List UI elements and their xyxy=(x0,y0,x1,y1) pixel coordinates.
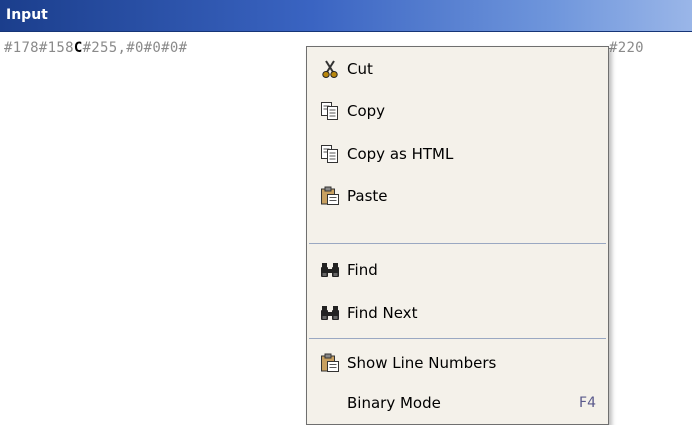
menu-item-copy[interactable]: Copy xyxy=(307,93,608,129)
window-title: Input xyxy=(6,7,48,23)
paste-icon xyxy=(319,352,341,374)
menu-item-label: Copy xyxy=(347,102,386,120)
context-menu: Cut Copy Copy as HTML Paste Find Find Ne… xyxy=(306,46,609,425)
menu-item-binary-mode[interactable]: Binary Mode F4 xyxy=(307,385,608,421)
menu-item-copy-as-html[interactable]: Copy as HTML xyxy=(307,136,608,172)
menu-item-paste[interactable]: Paste xyxy=(307,178,608,214)
menu-item-find[interactable]: Find xyxy=(307,252,608,288)
content-prefix: #178#158 xyxy=(4,40,74,56)
paste-icon xyxy=(319,185,341,207)
menu-item-label: Find Next xyxy=(347,304,418,322)
menu-item-label: Copy as HTML xyxy=(347,145,454,163)
menu-separator xyxy=(309,243,606,244)
binoculars-icon xyxy=(319,302,341,324)
menu-separator xyxy=(309,338,606,339)
window-titlebar: Input xyxy=(0,0,692,32)
binoculars-icon xyxy=(319,259,341,281)
menu-item-label: Cut xyxy=(347,60,373,78)
content-highlight: C xyxy=(73,40,83,56)
menu-item-label: Find xyxy=(347,261,378,279)
menu-item-find-next[interactable]: Find Next xyxy=(307,295,608,331)
copy-icon xyxy=(319,100,341,122)
blank-icon xyxy=(319,392,341,414)
menu-item-label: Paste xyxy=(347,187,388,205)
menu-item-label: Binary Mode xyxy=(347,394,441,412)
content-suffix: #255,#0#0#0# xyxy=(82,40,188,56)
menu-item-cut[interactable]: Cut xyxy=(307,51,608,87)
menu-item-show-line-numbers[interactable]: Show Line Numbers xyxy=(307,345,608,381)
menu-item-label: Show Line Numbers xyxy=(347,354,497,372)
content-text[interactable]: #178#158C#255,#0#0#0# xyxy=(4,40,187,56)
shortcut-label: F4 xyxy=(579,395,596,411)
content-overflow-tail: #220 xyxy=(609,40,644,56)
scissors-icon xyxy=(319,58,341,80)
copy-icon xyxy=(319,143,341,165)
